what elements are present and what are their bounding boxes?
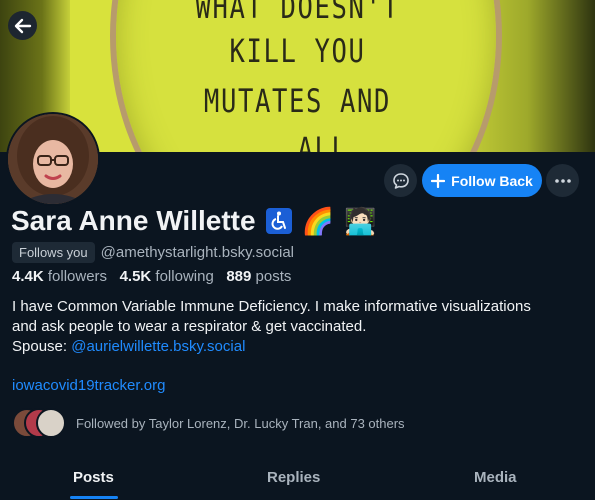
spouse-label: Spouse: (12, 338, 72, 355)
followed-by-text: Followed by Taylor Lorenz, Dr. Lucky Tra… (76, 415, 405, 431)
tab-replies[interactable]: Replies (267, 469, 320, 486)
bio-line-1: I have Common Variable Immune Deficiency… (12, 298, 531, 315)
banner-text-line-2: KILL YOU (229, 32, 366, 70)
rainbow-icon: 🌈 (301, 206, 334, 236)
bio-line-3: Spouse: @aurielwillette.bsky.social (12, 337, 582, 357)
following-link[interactable]: 4.5K following (120, 268, 214, 285)
more-options-button[interactable] (546, 164, 579, 197)
website-link[interactable]: iowacovid19tracker.org (12, 377, 165, 394)
follower-avatars (12, 408, 66, 438)
follower-avatar-3 (36, 408, 66, 438)
avatar-image (8, 114, 98, 204)
following-count: 4.5K (119, 268, 152, 285)
follows-you-badge: Follows you (12, 242, 95, 263)
follow-back-label: Follow Back (451, 172, 533, 189)
more-horizontal-icon (554, 178, 571, 183)
profile-tabs: Posts Replies Media (0, 456, 595, 500)
tab-posts[interactable]: Posts (73, 469, 114, 486)
handle-row: Follows you @amethystarlight.bsky.social (12, 242, 294, 263)
followers-label: followers (47, 268, 108, 285)
followers-link[interactable]: 4.4K followers (12, 268, 107, 285)
user-handle: @amethystarlight.bsky.social (100, 244, 294, 261)
display-name-row: Sara Anne Willette 🌈 🧑🏻‍💻 (11, 205, 376, 237)
profile-stats: 4.4K followers 4.5K following 889 posts (12, 268, 291, 285)
followed-by-row[interactable]: Followed by Taylor Lorenz, Dr. Lucky Tra… (12, 408, 405, 438)
banner-text-line-4: ...ALL (246, 130, 349, 152)
chat-bubble-icon (392, 172, 409, 189)
back-button[interactable] (8, 11, 37, 40)
spouse-link[interactable]: @aurielwillette.bsky.social (71, 338, 245, 355)
arrow-left-icon (14, 18, 31, 33)
display-name: Sara Anne Willette (11, 205, 256, 236)
posts-count: 889 (226, 268, 252, 285)
avatar[interactable] (6, 112, 100, 206)
followers-count: 4.4K (12, 268, 44, 285)
profile-bio: I have Common Variable Immune Deficiency… (12, 297, 582, 357)
tab-media[interactable]: Media (474, 469, 517, 486)
accessibility-icon (265, 208, 292, 234)
posts-stat: 889 posts (226, 268, 291, 285)
posts-label: posts (255, 268, 292, 285)
banner-text-line-1: WHAT DOESN'T (195, 0, 400, 26)
follow-back-button[interactable]: Follow Back (422, 164, 542, 197)
active-tab-indicator (70, 496, 118, 499)
technologist-icon: 🧑🏻‍💻 (343, 206, 377, 236)
plus-icon (431, 173, 446, 188)
banner-text-line-3: MUTATES AND (203, 82, 392, 120)
message-button[interactable] (384, 164, 417, 197)
bio-line-2: and ask people to wear a respirator & ge… (12, 318, 367, 335)
following-label: following (155, 268, 214, 285)
